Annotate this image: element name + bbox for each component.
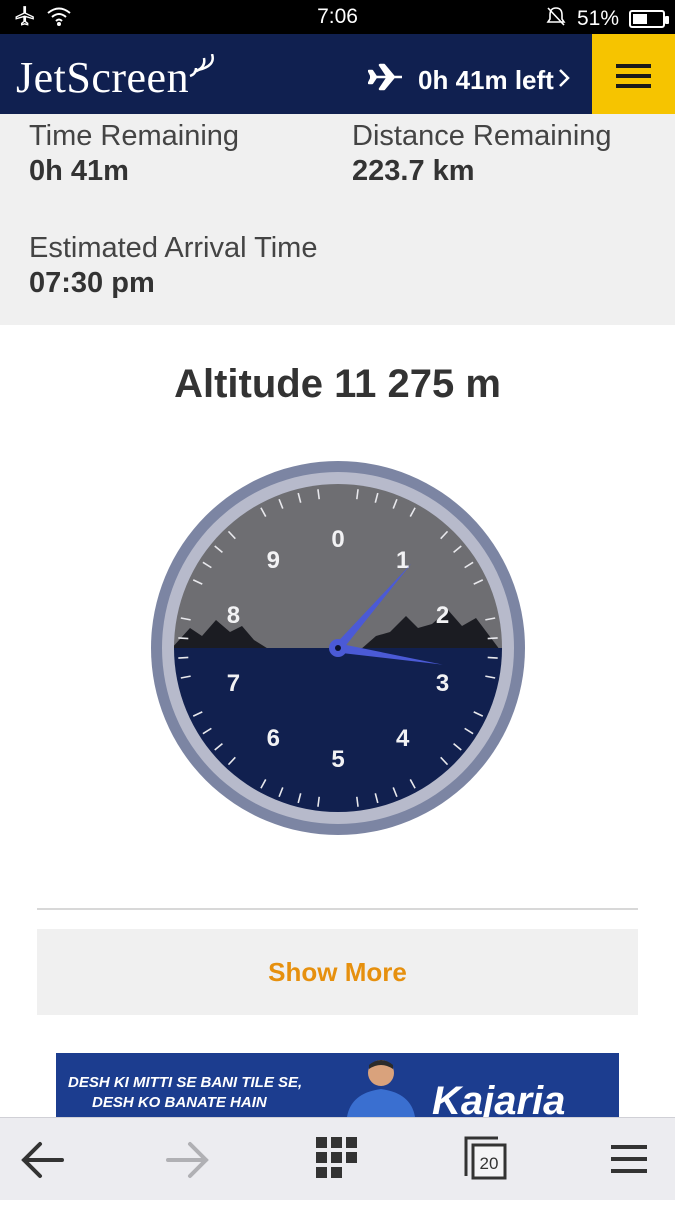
flight-status-text: 0h 41m left: [418, 65, 554, 95]
distance-remaining: Distance Remaining 223.7 km: [352, 120, 612, 188]
dial-tick: [178, 637, 189, 640]
dial-number: 5: [331, 746, 344, 773]
dial-number: 3: [436, 670, 449, 697]
ad-brand: Kajaria: [432, 1079, 566, 1117]
signal-waves-icon: [189, 54, 214, 78]
app-header: JetScreen 0h 41m left: [0, 34, 675, 114]
distance-remaining-label: Distance Remaining: [352, 120, 612, 152]
time-remaining-value: 0h 41m: [29, 155, 129, 187]
ad-tagline-line1: DESH KI MITTI SE BANI TILE SE,: [68, 1074, 303, 1091]
dial-tick: [178, 656, 189, 659]
dial-tick: [487, 637, 498, 640]
ad-tagline-line2: DESH KO BANATE HAIN: [92, 1094, 267, 1111]
status-bar: 7:06 51%: [0, 0, 675, 34]
battery-percent: 51%: [576, 7, 619, 30]
ad-banner[interactable]: DESH KI MITTI SE BANI TILE SE, DESH KO B…: [56, 1053, 619, 1117]
tab-count: 20: [480, 1154, 499, 1173]
altitude-title: Altitude 11 275 m: [174, 362, 501, 406]
dial-number: 8: [227, 602, 240, 629]
divider: [37, 908, 638, 910]
jetscreen-logo[interactable]: JetScreen: [16, 52, 189, 103]
flight-info-panel: Time Remaining 0h 41m Distance Remaining…: [0, 114, 675, 325]
ad-person-image: [347, 1060, 415, 1117]
distance-remaining-value: 223.7 km: [352, 155, 475, 187]
dial-number: 2: [436, 602, 449, 629]
dial-number: 4: [396, 725, 410, 752]
eta-value: 07:30 pm: [29, 267, 155, 299]
dial-ground: [174, 648, 502, 812]
flight-status-link[interactable]: 0h 41m left: [367, 62, 570, 99]
dial-tick: [487, 656, 498, 659]
mute-icon: [545, 5, 567, 33]
tabs-icon[interactable]: 20: [446, 1118, 526, 1201]
needle-hub-center: [335, 645, 341, 651]
battery-icon: [629, 10, 669, 28]
altimeter-gauge: 0 1 2 3 4 5 6 7 8 9: [151, 461, 525, 835]
estimated-arrival: Estimated Arrival Time 07:30 pm: [29, 232, 317, 300]
dial-number: 1: [396, 547, 409, 574]
dial-number: 6: [267, 725, 280, 752]
dial-sky: [174, 484, 502, 650]
ad-tagline: DESH KI MITTI SE BANI TILE SE, DESH KO B…: [68, 1073, 302, 1113]
forward-arrow-icon[interactable]: [148, 1118, 228, 1201]
time-remaining-label: Time Remaining: [29, 120, 240, 152]
chevron-right-icon: [558, 65, 570, 96]
apps-grid-icon[interactable]: [297, 1118, 377, 1201]
menu-icon[interactable]: [589, 1118, 669, 1201]
show-more-button[interactable]: Show More: [37, 929, 638, 1015]
dial-number: 7: [227, 670, 240, 697]
eta-label: Estimated Arrival Time: [29, 232, 318, 264]
dial-number: 0: [331, 526, 344, 553]
browser-bottom-bar: 20: [0, 1117, 675, 1200]
dial-number: 9: [267, 547, 280, 574]
time-remaining: Time Remaining 0h 41m: [29, 120, 239, 188]
plane-icon: [367, 62, 404, 99]
back-arrow-icon[interactable]: [2, 1118, 82, 1201]
hamburger-menu-icon[interactable]: [592, 34, 675, 114]
